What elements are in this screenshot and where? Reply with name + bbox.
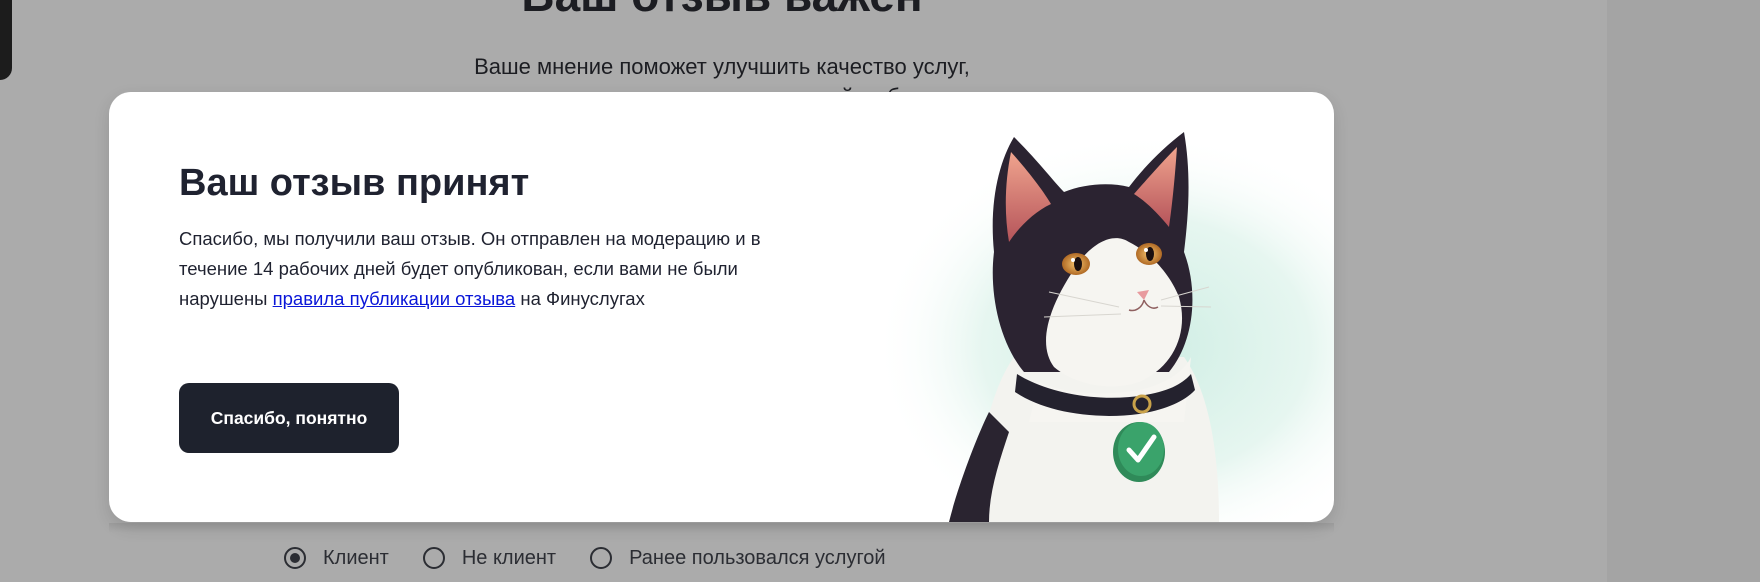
radio-client[interactable]: Клиент [284, 547, 389, 570]
review-accepted-modal: Ваш отзыв принят Спасибо, мы получили ва… [109, 92, 1334, 522]
radio-former-client[interactable]: Ранее пользовался услугой [590, 547, 886, 570]
publication-rules-link[interactable]: правила публикации отзыва [273, 288, 516, 309]
modal-message: Спасибо, мы получили ваш отзыв. Он отпра… [179, 224, 779, 314]
modal-message-tail: на Финуслугах [515, 288, 645, 309]
background-right-strip [1607, 0, 1760, 582]
radio-label-not-client: Не клиент [461, 546, 557, 569]
radio-not-client[interactable]: Не клиент [422, 546, 557, 570]
radio-checked-icon[interactable] [284, 547, 306, 569]
form-card-edge [109, 523, 1334, 533]
client-status-radio-group: Клиент Не клиент Ранее пользовался услуг… [284, 543, 920, 573]
modal-title: Ваш отзыв принят [179, 162, 530, 204]
page-subtitle-line1: Ваше мнение поможет улучшить качество ус… [474, 54, 970, 79]
radio-label-client: Клиент [323, 546, 389, 569]
confirm-button[interactable]: Спасибо, понятно [179, 383, 399, 453]
radio-label-former-client: Ранее пользовался услугой [629, 546, 886, 569]
radio-unchecked-icon[interactable] [422, 547, 445, 569]
cat-illustration [839, 92, 1334, 522]
page-heading: Ваш отзыв важен [0, 0, 1444, 22]
radio-unchecked-icon[interactable] [590, 547, 613, 569]
cat-icon [839, 132, 1334, 522]
